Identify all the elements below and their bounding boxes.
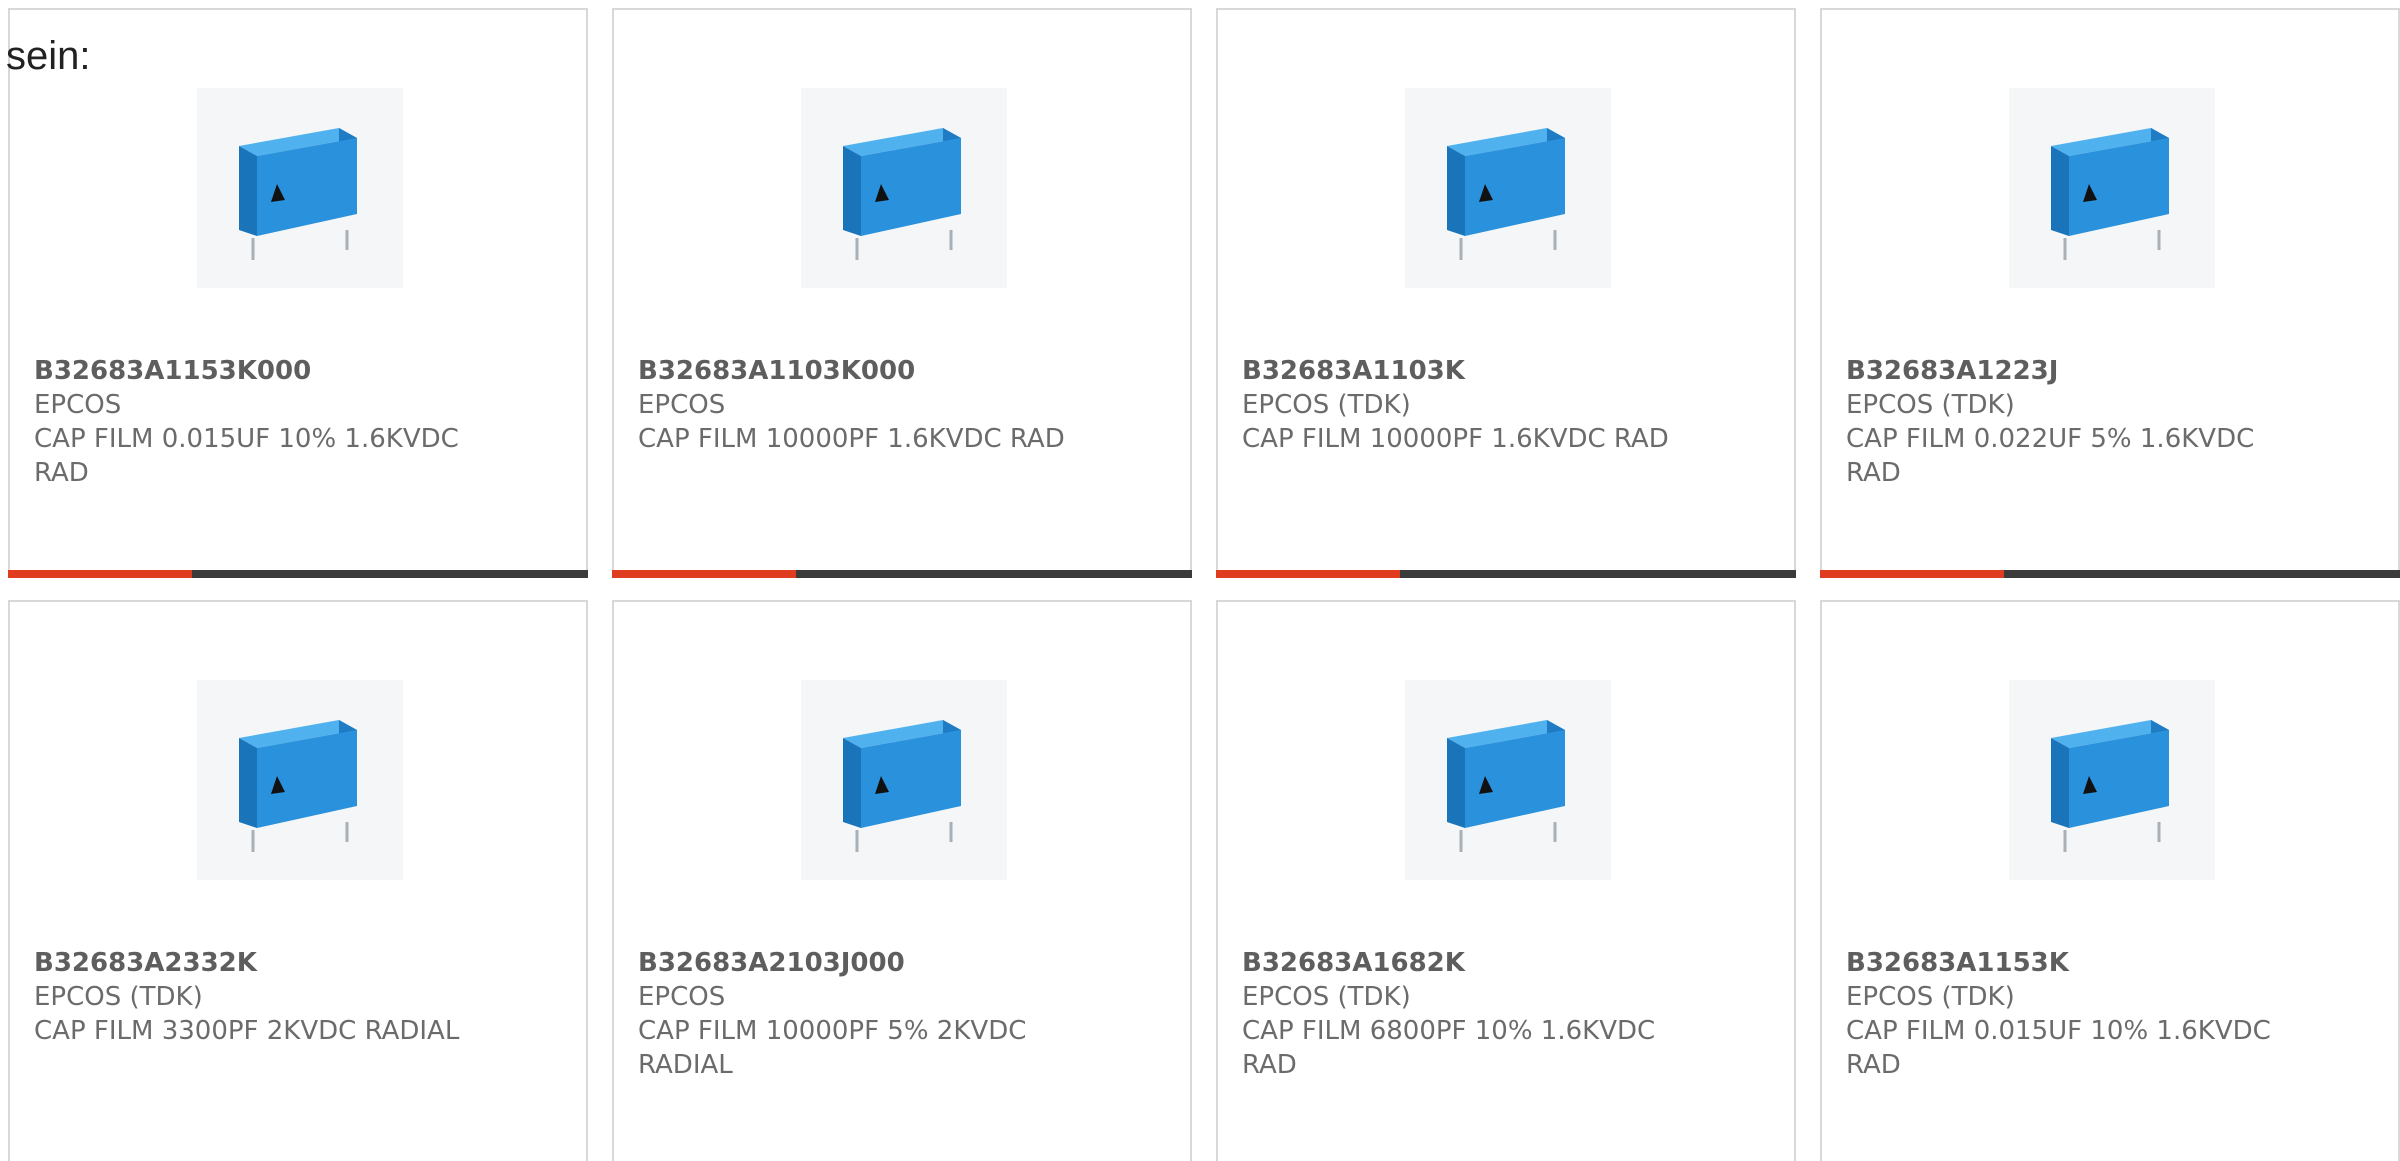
- card-accent-bar: [1216, 570, 1400, 578]
- manufacturer: EPCOS (TDK): [1242, 982, 1411, 1012]
- description: CAP FILM 6800PF 10% 1.6KVDC RAD: [1242, 1016, 1656, 1080]
- product-info: B32683A2332K EPCOS (TDK) CAP FILM 3300PF…: [34, 946, 494, 1048]
- film-capacitor-icon[interactable]: [1405, 680, 1611, 880]
- product-info: B32683A1223J EPCOS (TDK) CAP FILM 0.022U…: [1846, 354, 2306, 490]
- film-capacitor-icon[interactable]: [1405, 88, 1611, 288]
- product-card[interactable]: B32683A1153K EPCOS (TDK) CAP FILM 0.015U…: [1820, 600, 2400, 1161]
- manufacturer: EPCOS (TDK): [1846, 982, 2015, 1012]
- part-number[interactable]: B32683A1153K000: [34, 354, 494, 388]
- part-number[interactable]: B32683A1682K: [1242, 946, 1702, 980]
- product-card[interactable]: B32683A1153K000 EPCOS CAP FILM 0.015UF 1…: [8, 8, 588, 578]
- manufacturer: EPCOS: [34, 390, 122, 420]
- product-grid-page: sein: B32683A1153K000 EPCOS CAP FILM 0.0…: [0, 0, 2400, 1161]
- description: CAP FILM 10000PF 5% 2KVDC RADIAL: [638, 1016, 1027, 1080]
- description: CAP FILM 10000PF 1.6KVDC RAD: [638, 424, 1065, 454]
- product-card[interactable]: B32683A1682K EPCOS (TDK) CAP FILM 6800PF…: [1216, 600, 1796, 1161]
- film-capacitor-icon[interactable]: [197, 680, 403, 880]
- product-card[interactable]: B32683A1103K000 EPCOS CAP FILM 10000PF 1…: [612, 8, 1192, 578]
- film-capacitor-icon[interactable]: [801, 680, 1007, 880]
- product-info: B32683A1153K EPCOS (TDK) CAP FILM 0.015U…: [1846, 946, 2306, 1082]
- film-capacitor-icon[interactable]: [2009, 88, 2215, 288]
- film-capacitor-icon[interactable]: [197, 88, 403, 288]
- part-number[interactable]: B32683A2332K: [34, 946, 494, 980]
- description: CAP FILM 0.022UF 5% 1.6KVDC RAD: [1846, 424, 2255, 488]
- film-capacitor-icon[interactable]: [2009, 680, 2215, 880]
- card-bottom-bar: [612, 570, 1192, 578]
- card-accent-bar: [612, 570, 796, 578]
- description: CAP FILM 0.015UF 10% 1.6KVDC RAD: [1846, 1016, 2271, 1080]
- product-info: B32683A2103J000 EPCOS CAP FILM 10000PF 5…: [638, 946, 1098, 1082]
- manufacturer: EPCOS (TDK): [1846, 390, 2015, 420]
- product-info: B32683A1682K EPCOS (TDK) CAP FILM 6800PF…: [1242, 946, 1702, 1082]
- card-accent-bar: [8, 570, 192, 578]
- product-info: B32683A1103K000 EPCOS CAP FILM 10000PF 1…: [638, 354, 1098, 456]
- description: CAP FILM 10000PF 1.6KVDC RAD: [1242, 424, 1669, 454]
- card-bottom-bar: [8, 570, 588, 578]
- product-card[interactable]: B32683A1223J EPCOS (TDK) CAP FILM 0.022U…: [1820, 8, 2400, 578]
- manufacturer: EPCOS (TDK): [1242, 390, 1411, 420]
- part-number[interactable]: B32683A1223J: [1846, 354, 2306, 388]
- product-info: B32683A1153K000 EPCOS CAP FILM 0.015UF 1…: [34, 354, 494, 490]
- card-bottom-bar: [1216, 570, 1796, 578]
- product-card[interactable]: B32683A2103J000 EPCOS CAP FILM 10000PF 5…: [612, 600, 1192, 1161]
- product-grid: B32683A1153K000 EPCOS CAP FILM 0.015UF 1…: [8, 8, 2400, 1161]
- part-number[interactable]: B32683A1153K: [1846, 946, 2306, 980]
- product-card[interactable]: B32683A1103K EPCOS (TDK) CAP FILM 10000P…: [1216, 8, 1796, 578]
- card-bottom-bar: [1820, 570, 2400, 578]
- description: CAP FILM 3300PF 2KVDC RADIAL: [34, 1016, 460, 1046]
- part-number[interactable]: B32683A1103K000: [638, 354, 1098, 388]
- film-capacitor-icon[interactable]: [801, 88, 1007, 288]
- manufacturer: EPCOS (TDK): [34, 982, 203, 1012]
- manufacturer: EPCOS: [638, 982, 726, 1012]
- part-number[interactable]: B32683A2103J000: [638, 946, 1098, 980]
- card-accent-bar: [1820, 570, 2004, 578]
- product-card[interactable]: B32683A2332K EPCOS (TDK) CAP FILM 3300PF…: [8, 600, 588, 1161]
- manufacturer: EPCOS: [638, 390, 726, 420]
- intro-text: sein:: [6, 34, 91, 78]
- description: CAP FILM 0.015UF 10% 1.6KVDC RAD: [34, 424, 459, 488]
- part-number[interactable]: B32683A1103K: [1242, 354, 1702, 388]
- product-info: B32683A1103K EPCOS (TDK) CAP FILM 10000P…: [1242, 354, 1702, 456]
